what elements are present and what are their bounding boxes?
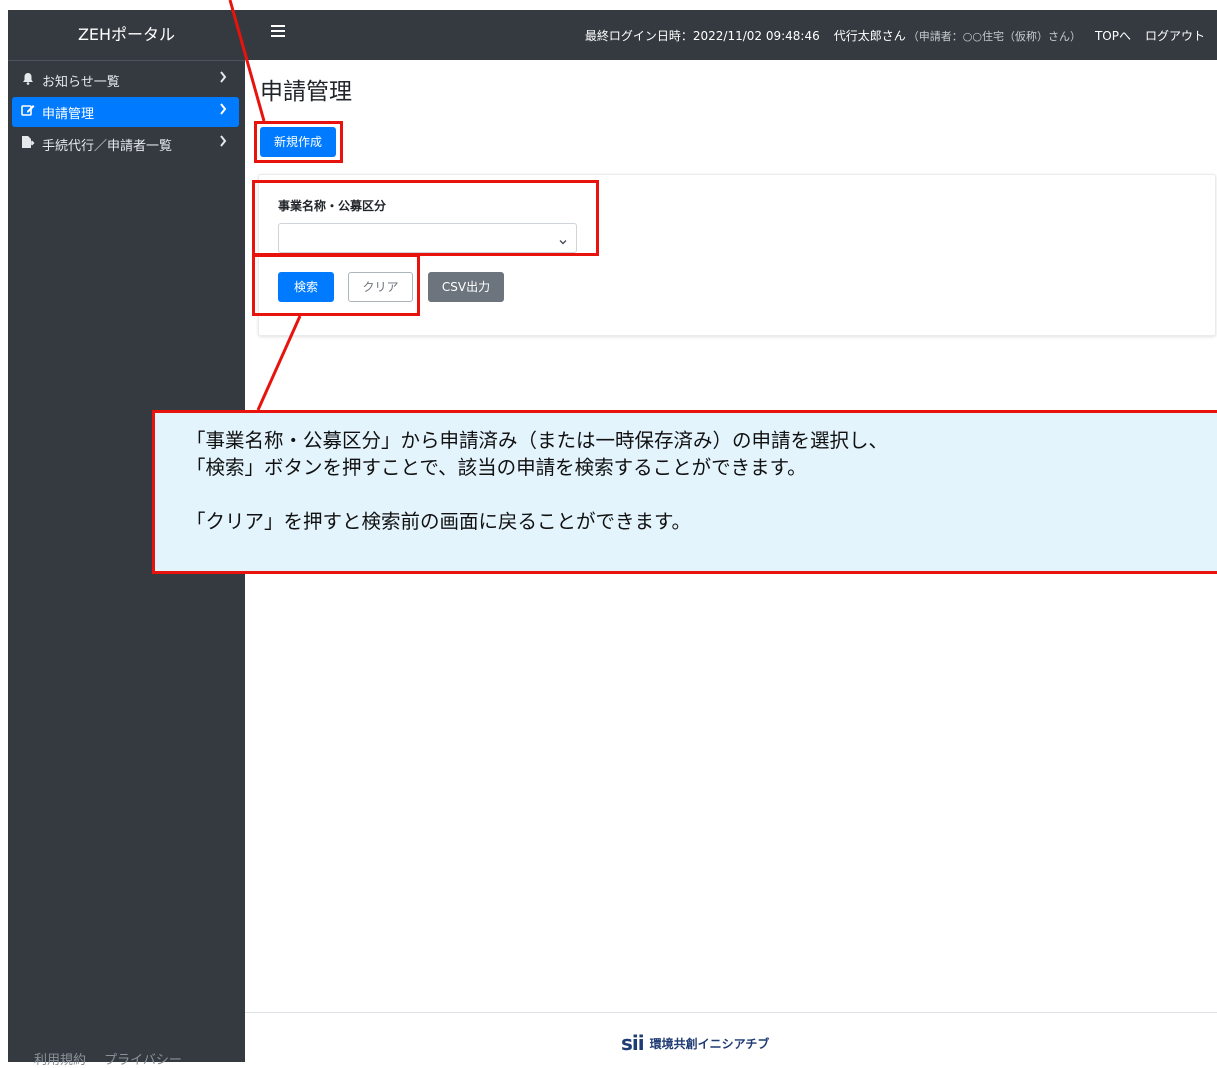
- csv-export-button[interactable]: CSV出力: [428, 272, 504, 302]
- applicant-name: （申請者：○○住宅（仮称）さん）: [907, 29, 1081, 43]
- logo-mark: sii: [621, 1031, 645, 1055]
- top-navbar: 最終ログイン日時：2022/11/02 09:48:46 代行太郎さん （申請者：…: [245, 10, 1217, 60]
- sidebar-nav: お知らせ一覧 申請管理 手続代行／申請者一覧: [8, 61, 245, 159]
- sidebar-item-proxy-applicants[interactable]: 手続代行／申請者一覧: [12, 129, 239, 159]
- page-footer: sii 環境共創イニシアチブ: [245, 1012, 1217, 1063]
- sidebar-item-application-management[interactable]: 申請管理: [12, 97, 239, 127]
- chevron-down-icon: [558, 232, 568, 245]
- sidebar-item-notices[interactable]: お知らせ一覧: [12, 65, 239, 95]
- brand-title[interactable]: ZEHポータル: [8, 10, 245, 61]
- bell-icon: [18, 72, 38, 89]
- top-user-info: 最終ログイン日時：2022/11/02 09:48:46 代行太郎さん （申請者：…: [571, 10, 1205, 60]
- logout-link[interactable]: ログアウト: [1145, 27, 1205, 44]
- menu-toggle-icon[interactable]: [271, 25, 285, 40]
- user-name-text: 代行太郎さん: [833, 28, 906, 43]
- last-login-value: 2022/11/02 09:48:46: [692, 28, 820, 43]
- business-name-select[interactable]: [278, 223, 577, 253]
- business-name-label: 事業名称・公募区分: [278, 199, 387, 213]
- sidebar-item-label: 手続代行／申請者一覧: [42, 138, 173, 154]
- logo-text: 環境共創イニシアチブ: [649, 1036, 770, 1051]
- chevron-right-icon: [219, 71, 227, 87]
- callout-line-1: 「事業名称・公募区分」から申請済み（または一時保存済み）の申請を選択し、: [186, 429, 889, 452]
- sidebar-item-label: お知らせ一覧: [42, 74, 120, 90]
- clear-button[interactable]: クリア: [348, 272, 413, 302]
- page-title: 申請管理: [260, 79, 352, 105]
- callout-line-3: 「クリア」を押すと検索前の画面に戻ることができます。: [186, 510, 692, 533]
- instruction-callout: 「事業名称・公募区分」から申請済み（または一時保存済み）の申請を選択し、 「検索…: [152, 410, 1217, 574]
- terms-link[interactable]: 利用規約: [34, 1053, 86, 1068]
- last-login-label: 最終ログイン日時：: [584, 28, 693, 43]
- sidebar-footer: 利用規約 プライバシー: [8, 1049, 271, 1068]
- edit-icon: [18, 103, 38, 121]
- search-panel: 事業名称・公募区分 検索 クリア CSV出力: [258, 174, 1216, 336]
- top-link[interactable]: TOPへ: [1095, 27, 1131, 44]
- privacy-link[interactable]: プライバシー: [104, 1053, 182, 1068]
- user-name: 代行太郎さん （申請者：○○住宅（仮称）さん）: [834, 27, 1081, 44]
- sidebar-item-label: 申請管理: [42, 106, 95, 122]
- new-application-button[interactable]: 新規作成: [260, 127, 336, 157]
- chevron-right-icon: [219, 103, 227, 119]
- callout-line-2: 「検索」ボタンを押すことで、該当の申請を検索することができます。: [186, 456, 807, 479]
- sii-logo: sii 環境共創イニシアチブ: [621, 1031, 769, 1055]
- chevron-right-icon: [219, 135, 227, 151]
- file-export-icon: [18, 135, 38, 153]
- search-button[interactable]: 検索: [278, 272, 334, 302]
- last-login: 最終ログイン日時：2022/11/02 09:48:46: [585, 27, 820, 44]
